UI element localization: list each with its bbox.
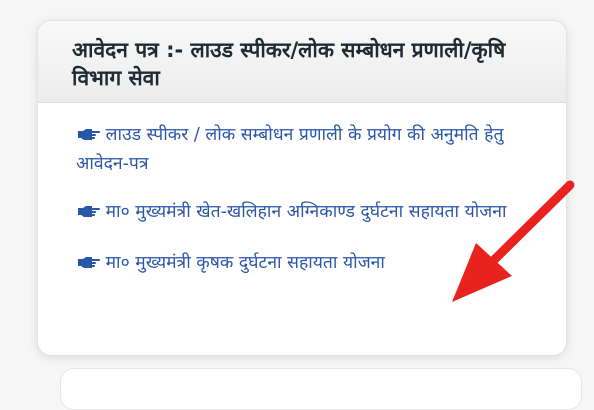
pointing-hand-icon xyxy=(78,257,100,268)
link-list: लाउड स्पीकर / लोक सम्बोधन प्रणाली के प्र… xyxy=(38,103,566,278)
link-label[interactable]: लाउड स्पीकर / लोक सम्बोधन प्रणाली के प्र… xyxy=(76,125,503,174)
link-label[interactable]: मा० मुख्यमंत्री कृषक दुर्घटना सहायता योज… xyxy=(106,253,385,273)
link-item-loudspeaker-permission[interactable]: लाउड स्पीकर / लोक सम्बोधन प्रणाली के प्र… xyxy=(76,121,556,179)
card-title: आवेदन पत्र :- लाउड स्पीकर/लोक सम्बोधन प्… xyxy=(72,38,506,90)
card-header: आवेदन पत्र :- लाउड स्पीकर/लोक सम्बोधन प्… xyxy=(38,21,566,103)
next-card-partial xyxy=(60,368,582,410)
link-label[interactable]: मा० मुख्यमंत्री खेत-खलिहान अग्निकाण्ड दु… xyxy=(106,202,507,222)
pointing-hand-icon xyxy=(78,129,100,140)
application-forms-card: आवेदन पत्र :- लाउड स्पीकर/लोक सम्बोधन प्… xyxy=(37,20,567,356)
pointing-hand-icon xyxy=(78,206,100,217)
link-item-farmer-accident-scheme[interactable]: मा० मुख्यमंत्री कृषक दुर्घटना सहायता योज… xyxy=(76,249,556,278)
link-item-field-fire-scheme[interactable]: मा० मुख्यमंत्री खेत-खलिहान अग्निकाण्ड दु… xyxy=(76,198,556,227)
